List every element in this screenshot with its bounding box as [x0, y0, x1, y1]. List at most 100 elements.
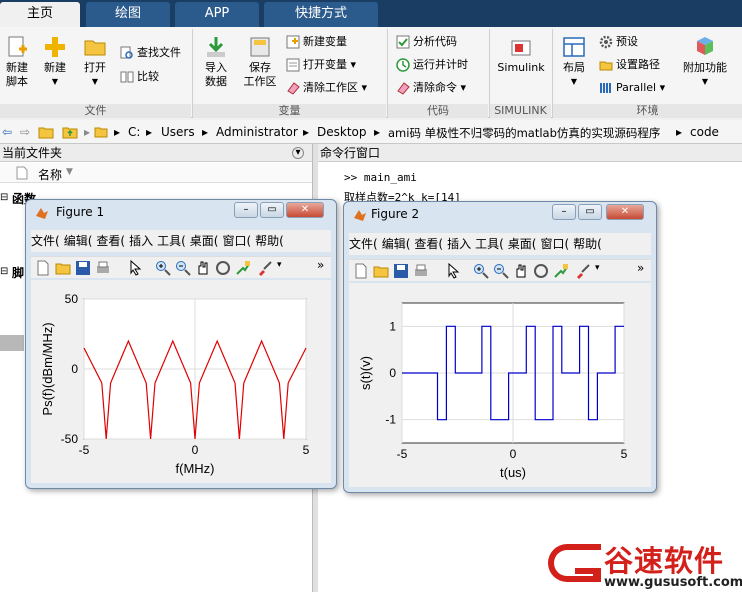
breadcrumb-item[interactable]: ami码 单极性不归零码的matlab仿真的实现源码程序 — [388, 125, 660, 141]
toolbar-overflow-icon[interactable]: » — [317, 258, 324, 272]
figure2-titlebar[interactable]: Figure 2 – ▭ ✕ — [344, 202, 656, 228]
new-variable-button[interactable]: 新建变量 — [286, 33, 347, 51]
menu-edit[interactable]: 编辑( — [64, 234, 93, 248]
open-icon[interactable] — [373, 263, 389, 279]
menu-desktop[interactable]: 桌面( — [508, 237, 537, 251]
brush-icon[interactable] — [257, 260, 273, 276]
figure1-title: Figure 1 — [56, 205, 105, 219]
find-files-button[interactable]: 查找文件 — [120, 44, 181, 62]
tab-apps[interactable]: APP — [175, 2, 259, 27]
zoom-in-icon[interactable] — [155, 260, 171, 276]
menu-desktop[interactable]: 桌面( — [190, 234, 219, 248]
minimize-button[interactable]: – — [552, 204, 576, 220]
menu-view[interactable]: 查看( — [96, 234, 125, 248]
run-and-time-button[interactable]: 运行并计时 — [396, 56, 468, 74]
forward-arrow-icon[interactable]: ⇨ — [20, 125, 30, 139]
layout-button[interactable]: 布局 ▼ — [558, 35, 590, 89]
breadcrumb-item[interactable]: Users — [161, 125, 195, 139]
menu-window[interactable]: 窗口( — [540, 237, 569, 251]
breadcrumb-item[interactable]: Administrator — [216, 125, 298, 139]
add-ons-button[interactable]: 附加功能 ▼ — [680, 35, 730, 89]
data-cursor-icon[interactable] — [553, 263, 569, 279]
up-folder-icon[interactable] — [62, 125, 78, 139]
figure1-titlebar[interactable]: Figure 1 – ▭ ✕ — [26, 200, 336, 226]
data-cursor-icon[interactable] — [235, 260, 251, 276]
analyze-code-button[interactable]: 分析代码 — [396, 33, 457, 51]
new-button[interactable]: 新建 ▼ — [40, 35, 70, 89]
menu-window[interactable]: 窗口( — [222, 234, 251, 248]
figure1-chart[interactable]: -5 0 5500-50f(MHz)Ps(f)(dBm/MHz) — [31, 280, 333, 483]
new-script-label: 新建 脚本 — [6, 61, 28, 88]
maximize-button[interactable]: ▭ — [260, 202, 284, 218]
panel-menu-icon[interactable]: ▾ — [292, 147, 304, 159]
save-icon[interactable] — [393, 263, 409, 279]
chevron-down-icon[interactable]: ▾ — [277, 260, 282, 270]
column-name-header[interactable]: 名称 — [38, 166, 62, 183]
chevron-down-icon: ▾ — [350, 58, 357, 71]
breadcrumb-item[interactable]: Desktop — [317, 125, 367, 139]
close-button[interactable]: ✕ — [286, 202, 324, 218]
preferences-button[interactable]: 预设 — [599, 33, 638, 51]
breadcrumb-item[interactable]: C: — [128, 125, 140, 139]
tab-plots[interactable]: 绘图 — [86, 2, 170, 27]
tab-home[interactable]: 主页 — [0, 2, 80, 27]
chevron-down-icon[interactable]: ▾ — [595, 263, 600, 273]
print-icon[interactable] — [95, 260, 111, 276]
gususoft-logo — [545, 538, 607, 588]
zoom-out-icon[interactable] — [175, 260, 191, 276]
menu-tools[interactable]: 工具( — [475, 237, 504, 251]
rotate-icon[interactable] — [215, 260, 231, 276]
pan-icon[interactable] — [195, 260, 211, 276]
selected-row[interactable] — [0, 335, 24, 351]
figure1-window[interactable]: Figure 1 – ▭ ✕ 文件( 编辑(查看( 插入 工具( 桌面(窗口( 帮助( ▾… — [25, 199, 337, 489]
new-figure-icon[interactable] — [35, 260, 51, 276]
menu-view[interactable]: 查看( — [414, 237, 443, 251]
command-line[interactable]: >> main_ami — [344, 171, 417, 184]
save-workspace-button[interactable]: 保存 工作区 — [240, 35, 280, 89]
open-icon[interactable] — [55, 260, 71, 276]
save-icon[interactable] — [75, 260, 91, 276]
menu-insert[interactable]: 插入 — [129, 234, 153, 248]
group-scripts[interactable]: 脚 — [12, 264, 24, 281]
zoom-out-icon[interactable] — [493, 263, 509, 279]
rotate-icon[interactable] — [533, 263, 549, 279]
figure2-window[interactable]: Figure 2 – ▭ ✕ 文件( 编辑(查看( 插入 工具( 桌面(窗口( 帮助( ▾… — [343, 201, 657, 493]
parallel-button[interactable]: Parallel ▾ — [599, 79, 665, 97]
set-path-button[interactable]: 设置路径 — [599, 56, 660, 74]
brush-icon[interactable] — [575, 263, 591, 279]
tab-shortcuts[interactable]: 快捷方式 — [264, 2, 378, 27]
menu-file[interactable]: 文件( — [349, 237, 378, 251]
column-header-row: 名称 ▼ — [0, 163, 312, 183]
clear-commands-button[interactable]: 清除命令 ▾ — [396, 79, 466, 97]
menu-help[interactable]: 帮助( — [573, 237, 602, 251]
collapse-icon[interactable]: ⊟ — [0, 266, 8, 277]
zoom-in-icon[interactable] — [473, 263, 489, 279]
new-figure-icon[interactable] — [353, 263, 369, 279]
pan-icon[interactable] — [513, 263, 529, 279]
breadcrumb-item[interactable]: code — [690, 125, 719, 139]
simulink-button[interactable]: Simulink — [494, 35, 548, 75]
import-data-button[interactable]: 导入 数据 — [200, 35, 232, 89]
collapse-icon[interactable]: ⊟ — [0, 192, 8, 203]
clear-workspace-button[interactable]: 清除工作区 ▾ — [286, 79, 367, 97]
menu-edit[interactable]: 编辑( — [382, 237, 411, 251]
print-icon[interactable] — [413, 263, 429, 279]
menu-tools[interactable]: 工具( — [157, 234, 186, 248]
open-variable-button[interactable]: 打开变量 ▾ — [286, 56, 356, 74]
minimize-button[interactable]: – — [234, 202, 258, 218]
figure2-chart[interactable]: -5 0 510-1t(us)s(t)(v) — [349, 283, 653, 487]
menu-help[interactable]: 帮助( — [255, 234, 284, 248]
compare-button[interactable]: 比较 — [120, 68, 159, 86]
pointer-icon[interactable] — [445, 263, 461, 279]
menu-insert[interactable]: 插入 — [447, 237, 471, 251]
menu-file[interactable]: 文件( — [31, 234, 60, 248]
open-button[interactable]: 打开 ▼ — [79, 35, 111, 89]
close-button[interactable]: ✕ — [606, 204, 644, 220]
new-script-button[interactable]: 新建 脚本 — [2, 35, 32, 89]
chevron-down-icon[interactable]: ▸ — [84, 125, 90, 139]
toolbar-overflow-icon[interactable]: » — [637, 261, 644, 275]
pointer-icon[interactable] — [127, 260, 143, 276]
browse-folder-icon[interactable] — [38, 125, 54, 139]
maximize-button[interactable]: ▭ — [578, 204, 602, 220]
back-arrow-icon[interactable]: ⇦ — [2, 125, 12, 139]
